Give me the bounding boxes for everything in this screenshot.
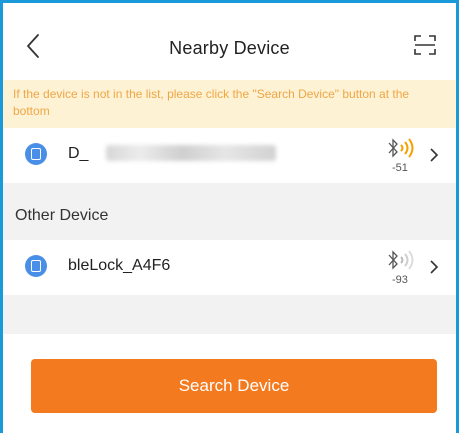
device-name-redacted (106, 145, 276, 161)
footer-bar: Search Device (3, 334, 456, 433)
other-device-section: Other Device (3, 183, 456, 240)
device-row-connected[interactable]: D_ -51 (3, 128, 456, 183)
search-hint-banner: If the device is not in the list, please… (3, 80, 456, 128)
page-title: Nearby Device (169, 38, 290, 58)
chevron-right-icon (430, 148, 439, 162)
bluetooth-signal-icon (388, 138, 414, 158)
lock-device-icon (25, 255, 47, 277)
nav-header: Nearby Device (3, 3, 456, 80)
scan-icon[interactable] (413, 33, 437, 57)
device-name: bleLock_A4F6 (68, 257, 171, 274)
search-device-button[interactable]: Search Device (31, 359, 437, 413)
app-frame: Nearby Device If the device is not in th… (3, 3, 456, 433)
section-title: Other Device (15, 207, 109, 224)
signal-strength: -51 (392, 162, 408, 174)
bluetooth-signal-icon (388, 250, 414, 270)
signal-strength: -93 (392, 274, 408, 286)
device-name: D_ (68, 145, 89, 162)
device-row[interactable]: bleLock_A4F6 -93 (3, 240, 456, 295)
lock-device-icon (25, 143, 47, 165)
chevron-right-icon (430, 260, 439, 274)
